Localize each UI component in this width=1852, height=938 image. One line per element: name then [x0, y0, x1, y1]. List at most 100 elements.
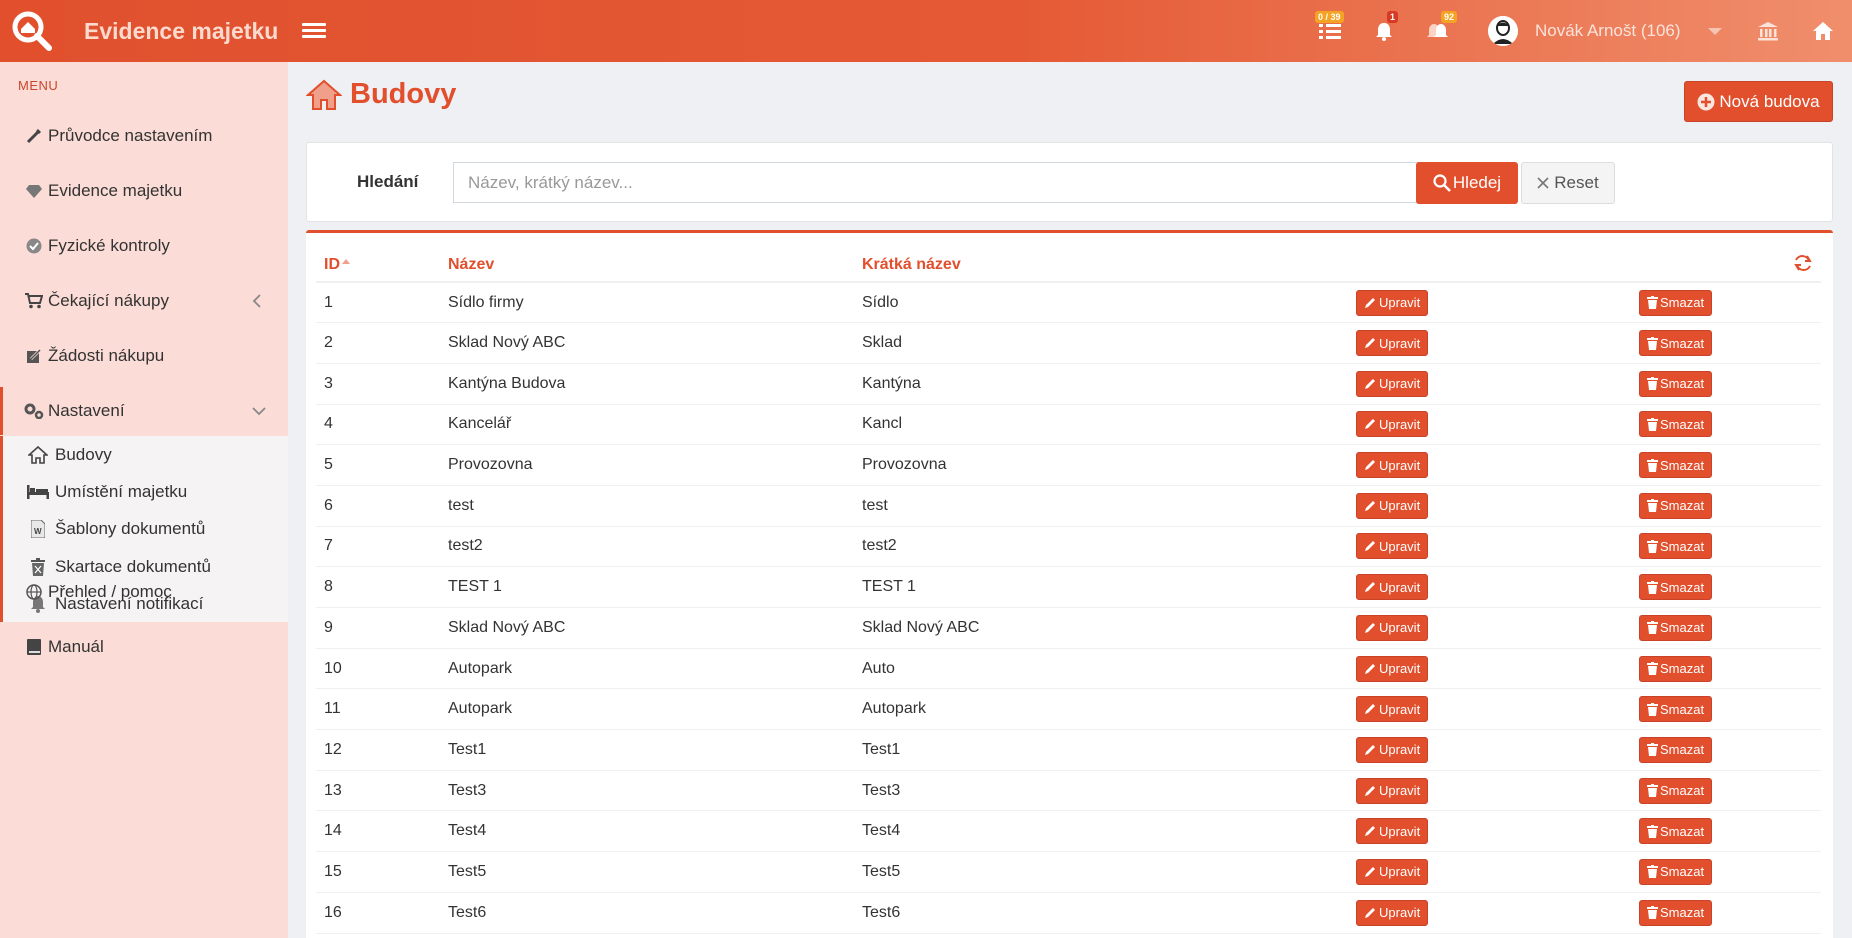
- submenu-item-sablony-dokumentu[interactable]: W Šablony dokumentů: [27, 512, 205, 546]
- menu-header: MENU: [18, 78, 59, 93]
- delete-button[interactable]: Smazat: [1639, 614, 1713, 641]
- sidebar-item-cekajici-nakupy[interactable]: Čekající nákupy: [0, 277, 288, 325]
- app-logo[interactable]: [0, 0, 64, 62]
- edit-button[interactable]: Upravit: [1356, 818, 1429, 845]
- user-menu-caret-icon[interactable]: [1708, 28, 1722, 35]
- delete-button[interactable]: Smazat: [1639, 492, 1713, 519]
- delete-button-label: Smazat: [1660, 376, 1705, 392]
- edit-button[interactable]: Upravit: [1356, 655, 1429, 682]
- edit-button[interactable]: Upravit: [1356, 452, 1429, 479]
- check-circle-icon: [24, 236, 44, 256]
- home-button[interactable]: [1808, 16, 1838, 46]
- delete-button[interactable]: Smazat: [1639, 452, 1713, 479]
- edit-button[interactable]: Upravit: [1356, 289, 1429, 316]
- column-header-short-name[interactable]: Krátká název: [854, 248, 1348, 283]
- trash-icon: [1647, 824, 1658, 838]
- delete-button-label: Smazat: [1660, 416, 1705, 432]
- delete-button[interactable]: Smazat: [1639, 736, 1713, 763]
- delete-button[interactable]: Smazat: [1639, 858, 1713, 885]
- pencil-icon: [1365, 744, 1375, 755]
- delete-button[interactable]: Smazat: [1639, 696, 1713, 723]
- sidebar-item-label: Průvodce nastavením: [48, 126, 213, 145]
- delete-button[interactable]: Smazat: [1639, 818, 1713, 845]
- cell-name: Test6: [440, 892, 854, 934]
- delete-button[interactable]: Smazat: [1639, 574, 1713, 601]
- table-row: 2 Sklad Nový ABC Sklad Upravit Smazat: [316, 322, 1821, 364]
- user-avatar[interactable]: [1488, 16, 1518, 46]
- user-name[interactable]: Novák Arnošt (106): [1535, 21, 1681, 41]
- trash-icon: [1647, 458, 1658, 472]
- tasks-button[interactable]: 0 / 39: [1315, 11, 1345, 46]
- cell-short-name: Auto: [854, 648, 1348, 690]
- cell-short-name: test: [854, 485, 1348, 527]
- globe-icon: [24, 582, 44, 602]
- alerts-button[interactable]: 92: [1423, 11, 1458, 46]
- delete-button[interactable]: Smazat: [1639, 899, 1713, 926]
- edit-button[interactable]: Upravit: [1356, 696, 1429, 723]
- table-row: 13 Test3 Test3 Upravit Smazat: [316, 770, 1821, 812]
- cell-short-name: test2: [854, 526, 1348, 568]
- delete-button[interactable]: Smazat: [1639, 370, 1713, 397]
- sidebar-item-nastaveni[interactable]: Nastavení: [0, 387, 288, 435]
- cell-short-name: TEST 1: [854, 566, 1348, 608]
- notifications-button[interactable]: 1: [1369, 11, 1399, 46]
- submenu-item-budovy[interactable]: Budovy: [27, 438, 112, 472]
- cell-name: Autopark: [440, 688, 854, 731]
- tasks-list-icon: [1319, 24, 1341, 39]
- edit-button[interactable]: Upravit: [1356, 858, 1429, 885]
- delete-button-label: Smazat: [1660, 823, 1705, 839]
- edit-button[interactable]: Upravit: [1356, 777, 1429, 804]
- search-input[interactable]: [453, 162, 1432, 203]
- reset-button[interactable]: Reset: [1521, 162, 1615, 204]
- app-title[interactable]: Evidence majetku: [84, 18, 278, 45]
- notifications-badge: 1: [1387, 11, 1399, 23]
- delete-button[interactable]: Smazat: [1639, 411, 1713, 438]
- table-row: 8 TEST 1 TEST 1 Upravit Smazat: [316, 566, 1821, 608]
- edit-button[interactable]: Upravit: [1356, 899, 1429, 926]
- home-icon: [27, 444, 49, 466]
- sidebar-item-pruvodce[interactable]: Průvodce nastavením: [0, 112, 288, 160]
- cell-name: Test5: [440, 851, 854, 893]
- column-header-id[interactable]: ID: [316, 248, 440, 283]
- new-building-label: Nová budova: [1719, 91, 1820, 111]
- sidebar-item-evidence[interactable]: Evidence majetku: [0, 167, 288, 215]
- edit-button[interactable]: Upravit: [1356, 330, 1429, 357]
- cell-edit: Upravit: [1348, 892, 1631, 934]
- cell-name: test2: [440, 526, 854, 568]
- chevron-left-icon: [252, 294, 261, 308]
- column-header-name[interactable]: Název: [440, 248, 854, 283]
- sidebar-item-manual[interactable]: Manuál: [0, 623, 288, 671]
- svg-text:W: W: [34, 527, 42, 536]
- institution-button[interactable]: [1753, 16, 1783, 46]
- delete-button[interactable]: Smazat: [1639, 655, 1713, 682]
- delete-button[interactable]: Smazat: [1639, 533, 1713, 560]
- sidebar-item-zadosti-nakupu[interactable]: Žádosti nákupu: [0, 332, 288, 380]
- trash-icon: [1647, 336, 1658, 350]
- tasks-badge: 0 / 39: [1315, 11, 1344, 23]
- edit-button[interactable]: Upravit: [1356, 533, 1429, 560]
- table-row: 5 Provozovna Provozovna Upravit Smazat: [316, 444, 1821, 486]
- cell-short-name: Test1: [854, 729, 1348, 771]
- edit-button[interactable]: Upravit: [1356, 492, 1429, 519]
- delete-button[interactable]: Smazat: [1639, 289, 1713, 316]
- edit-button[interactable]: Upravit: [1356, 736, 1429, 763]
- new-building-button[interactable]: Nová budova: [1684, 81, 1833, 122]
- cell-short-name: Provozovna: [854, 444, 1348, 486]
- menu-toggle-button[interactable]: [302, 20, 326, 42]
- edit-button[interactable]: Upravit: [1356, 411, 1429, 438]
- pencil-icon: [1365, 297, 1375, 308]
- cell-edit: Upravit: [1348, 607, 1631, 649]
- search-button[interactable]: Hledej: [1416, 162, 1518, 204]
- sidebar-item-prehled-pomoc[interactable]: Přehled / pomoc: [0, 568, 288, 616]
- pencil-icon: [1365, 378, 1375, 389]
- edit-button[interactable]: Upravit: [1356, 614, 1429, 641]
- home-icon: [1813, 22, 1833, 40]
- edit-button[interactable]: Upravit: [1356, 574, 1429, 601]
- delete-button[interactable]: Smazat: [1639, 777, 1713, 804]
- delete-button[interactable]: Smazat: [1639, 330, 1713, 357]
- sidebar-item-fyzicke-kontroly[interactable]: Fyzické kontroly: [0, 222, 288, 270]
- submenu-item-umisteni-majetku[interactable]: Umístění majetku: [27, 475, 187, 509]
- cell-id: 2: [316, 322, 440, 364]
- trash-icon: [1647, 377, 1658, 391]
- edit-button[interactable]: Upravit: [1356, 370, 1429, 397]
